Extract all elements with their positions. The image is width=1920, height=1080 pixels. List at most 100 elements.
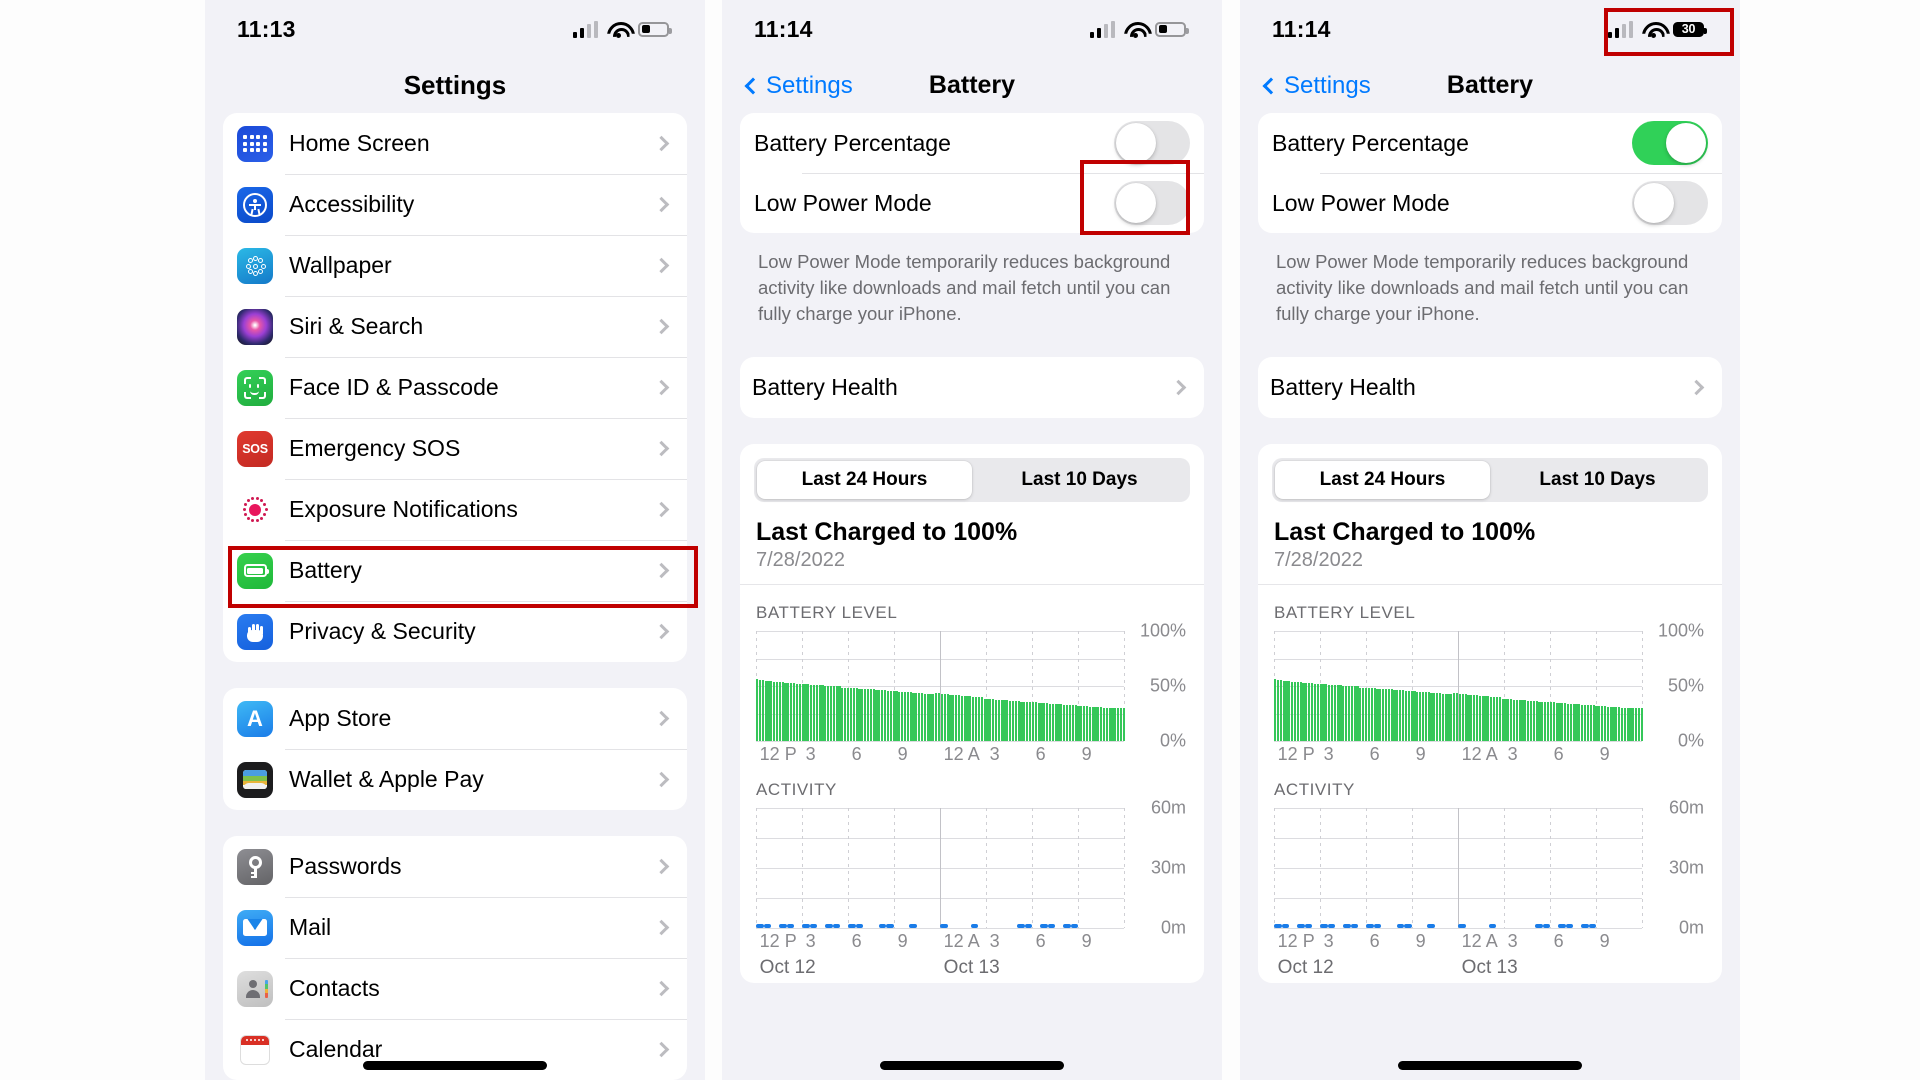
activity-y-axis: 60m 30m 0m [1642,798,1706,938]
battery-percentage-toggle[interactable] [1632,121,1708,165]
usage-range-segmented-control[interactable]: Last 24 Hours Last 10 Days [754,457,1190,502]
sidebar-item-battery[interactable]: Battery [223,540,687,601]
sidebar-item-home-screen[interactable]: Home Screen [223,113,687,174]
back-to-settings-button[interactable]: Settings [742,72,853,100]
bar [1339,685,1342,742]
tab-last-24-hours[interactable]: Last 24 Hours [1275,460,1490,499]
tab-last-10-days[interactable]: Last 10 Days [972,461,1187,499]
status-bar-battery-off: 11:14 [722,0,1222,58]
last-charged-title: Last Charged to 100% [1274,517,1536,546]
sidebar-item-exposure-notifications[interactable]: Exposure Notifications [223,479,687,540]
bar [1088,707,1091,742]
bar [852,687,855,742]
x-tick-label: 3 [805,744,816,765]
sidebar-item-wallet-apple-pay[interactable]: Wallet & Apple Pay [223,749,687,810]
sidebar-item-siri-and-search[interactable]: Siri & Search [223,296,687,357]
bar [1029,701,1032,742]
activity-dash [970,924,979,929]
bar [1606,707,1609,742]
bar [1060,704,1063,742]
activity-gap [917,924,925,928]
low-power-mode-description: Low Power Mode temporarily reduces backg… [758,251,1171,324]
battery-percentage-row[interactable]: Battery Percentage [740,113,1204,173]
tab-last-24-hours[interactable]: Last 24 Hours [757,460,972,499]
chevron-right-icon [1688,379,1705,395]
bar [1094,707,1097,742]
sidebar-item-contacts[interactable]: Contacts [223,958,687,1019]
sidebar-item-passwords[interactable]: Passwords [223,836,687,897]
sidebar-item-privacy-security[interactable]: Privacy & Security [223,601,687,662]
activity-dash [848,924,856,929]
sidebar-item-mail[interactable]: Mail [223,897,687,958]
status-bar-icons: 30 [1607,20,1707,38]
battery-health-row[interactable]: Battery Health [1258,357,1722,418]
sidebar-item-wallpaper[interactable]: Wallpaper [223,235,687,296]
sidebar-item-accessibility[interactable]: Accessibility [223,174,687,235]
battery-percentage-row[interactable]: Battery Percentage [1258,113,1722,173]
bar [1490,697,1493,742]
bar [1046,702,1049,742]
x-tick-label: 12 P [1277,744,1315,765]
activity-gap [1596,924,1604,928]
x-tick-label: 12 P [759,931,797,952]
back-label: Settings [766,71,853,99]
bar [1569,704,1572,742]
bar [1031,701,1034,742]
sidebar-item-calendar[interactable]: Calendar [223,1019,687,1080]
bar [1475,695,1479,742]
bar [1310,683,1314,742]
sidebar-item-label: Siri & Search [289,313,424,339]
low-power-mode-row[interactable]: Low Power Mode [740,173,1204,233]
bar [1470,695,1473,742]
low-power-mode-toggle[interactable] [1632,181,1708,225]
activity-date-labels: Oct 12 Oct 13 [756,957,1124,983]
sidebar-item-emergency-sos[interactable]: SOS Emergency SOS [223,418,687,479]
bar [920,693,924,742]
screenshot-stage: 11:13 Settings Home Screen Accessibility… [0,0,1920,1080]
activity-dash [1327,924,1336,929]
back-to-settings-button[interactable]: Settings [1260,72,1371,100]
x-tick-label: 12 P [1277,931,1315,952]
sidebar-item-app-store[interactable]: A App Store [223,688,687,749]
calendar-icon [237,1032,273,1068]
x-tick-label: 6 [1553,744,1564,765]
bar [1595,706,1598,742]
bar [1367,687,1370,742]
sos-icon: SOS [237,430,273,467]
bar [1529,700,1533,742]
activity-gap [902,924,910,928]
activity-gap [1009,924,1017,928]
settings-group-1: Home Screen Accessibility Wallpaper Siri… [223,113,687,662]
activity-date-labels: Oct 12 Oct 13 [1274,957,1642,983]
tab-last-10-days[interactable]: Last 10 Days [1490,461,1705,499]
sidebar-item-face-id-passcode[interactable]: Face ID & Passcode [223,357,687,418]
bar [1023,701,1026,742]
low-power-mode-label: Low Power Mode [1272,189,1450,216]
bar [1464,694,1467,742]
bar [1308,683,1311,742]
low-power-mode-toggle[interactable] [1114,181,1190,225]
bar [1296,682,1299,742]
bar [1581,705,1584,742]
low-power-mode-row[interactable]: Low Power Mode [1258,173,1722,233]
battery-percentage-label: Battery Percentage [1272,129,1469,156]
bar [1117,708,1120,742]
activity-gap [948,924,956,928]
activity-gap [932,924,940,928]
activity-dash [1024,924,1033,929]
bar [1561,702,1564,742]
activity-dash [1047,924,1056,929]
bar [1017,700,1020,742]
bar [847,687,850,742]
activity-dash [940,924,948,929]
y-tick-label: 30m [1668,857,1704,878]
battery-percentage-toggle[interactable] [1114,121,1190,165]
bar [1105,708,1108,742]
bar [909,691,912,742]
usage-range-segmented-control[interactable]: Last 24 Hours Last 10 Days [1272,457,1708,502]
bar [1609,707,1612,742]
battery-health-row[interactable]: Battery Health [740,357,1204,418]
bar [1328,685,1331,742]
x-tick-label: 3 [1507,931,1518,952]
activity-gap [1289,924,1297,928]
